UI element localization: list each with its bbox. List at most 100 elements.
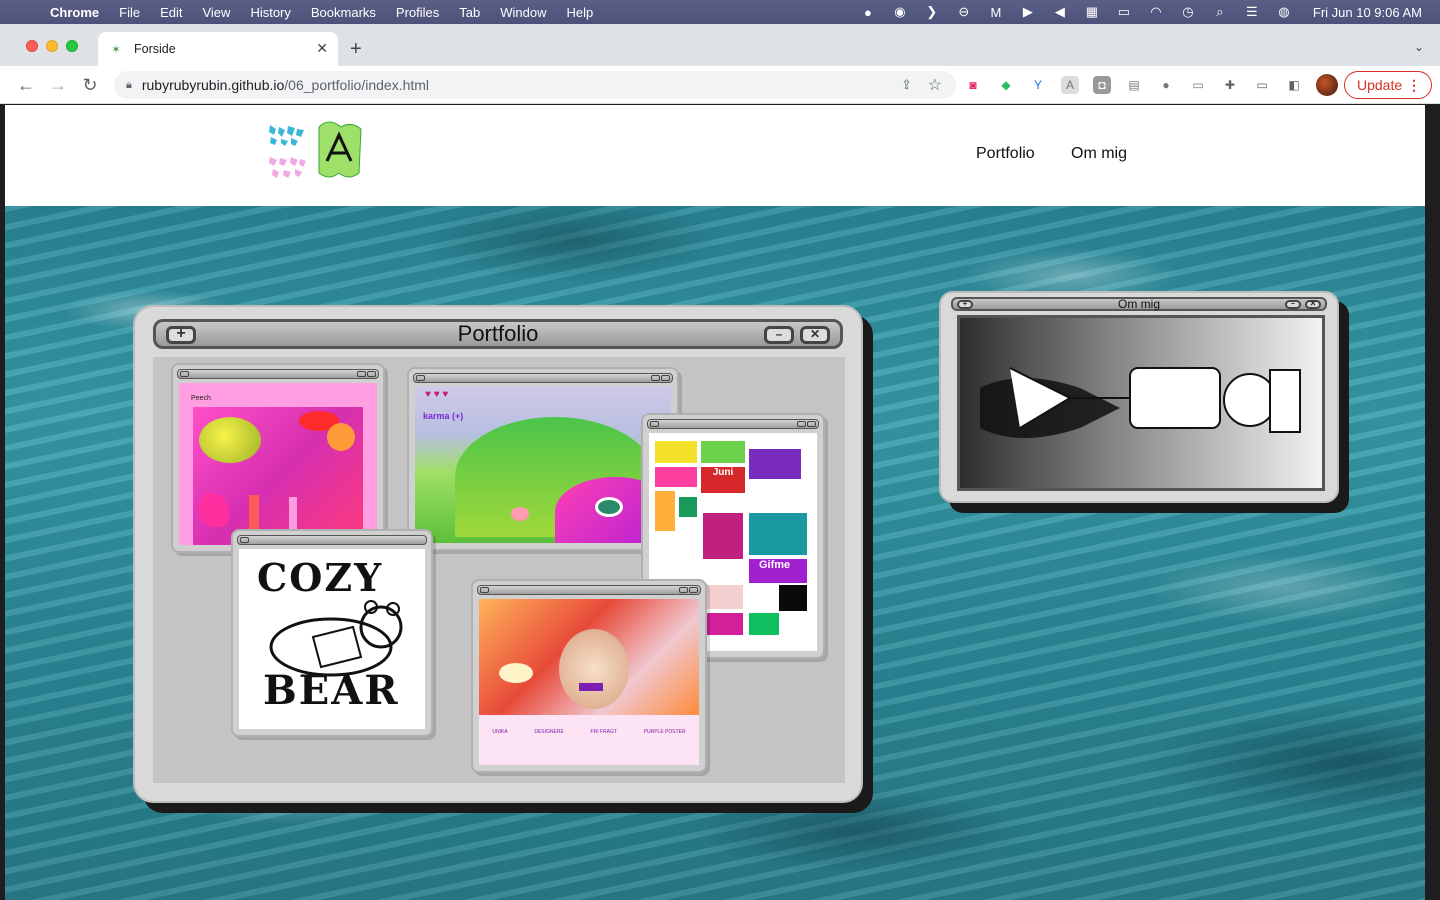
om-mig-illustration: [957, 315, 1325, 491]
thumb-karma-screenshot: karma (+) ♥ ♥ ♥: [415, 387, 671, 543]
thumb-shop[interactable]: UNIKA DESIGNERE FRI FRAGT PURPLE POSTER: [471, 579, 707, 773]
bookmark-star-icon[interactable]: ☆: [928, 75, 942, 95]
nav-portfolio-link[interactable]: Portfolio: [976, 145, 1035, 163]
thumb-peech[interactable]: Peech: [171, 363, 385, 553]
portfolio-window[interactable]: + Portfolio – ✕ Peech karma (+) ♥ ♥ ♥ Ju…: [133, 305, 863, 803]
menu-view[interactable]: View: [192, 5, 240, 20]
minimize-icon[interactable]: –: [764, 326, 794, 344]
thumb-close-icon: [689, 587, 698, 593]
volume-icon[interactable]: ◀: [1051, 4, 1069, 19]
y-extension-icon[interactable]: Y: [1029, 76, 1047, 94]
chevron-right-icon[interactable]: ❯: [923, 4, 941, 19]
thumb-minimize-icon: [651, 375, 660, 381]
balloon-extension-icon[interactable]: ●: [1157, 76, 1175, 94]
search-icon[interactable]: ⌕: [1211, 4, 1229, 19]
thumb-titlebar: [413, 373, 673, 383]
wifi-icon[interactable]: ◠: [1147, 4, 1165, 19]
extensions-puzzle-icon[interactable]: ✚: [1221, 76, 1239, 94]
nav-om-mig-link[interactable]: Om mig: [1071, 145, 1127, 163]
thumb-close-icon: [367, 371, 376, 377]
status-area: ● ◉ ❯ ⊖ M ▶ ◀ ▦ ▭ ◠ ◷ ⌕ ☰ ◍ Fri Jun 10 9…: [859, 0, 1422, 24]
menu-window[interactable]: Window: [490, 5, 556, 20]
expand-icon[interactable]: +: [957, 300, 973, 309]
play-icon[interactable]: ▶: [1019, 4, 1037, 19]
thumb-close-icon: [661, 375, 670, 381]
control-center-icon[interactable]: ☰: [1243, 4, 1261, 19]
thumb-gifme-label: Gifme: [749, 559, 807, 583]
thumb-expand-icon: [480, 587, 489, 593]
focus-icon[interactable]: ⊖: [955, 4, 973, 19]
update-button[interactable]: Update ⋮: [1344, 71, 1432, 99]
thumb-minimize-icon: [797, 421, 806, 427]
chrome-tabstrip: ✶ Forside ✕ + ⌄: [0, 24, 1440, 66]
feature-designere: DESIGNERE: [534, 729, 564, 735]
thumb-peech-screenshot: Peech: [179, 383, 377, 545]
close-window-button[interactable]: [26, 40, 38, 52]
portfolio-window-body: Peech karma (+) ♥ ♥ ♥ Juni Gifme COZY BE…: [153, 357, 845, 783]
macos-menubar: Chrome File Edit View History Bookmarks …: [0, 0, 1440, 24]
cast-icon[interactable]: ▭: [1253, 76, 1271, 94]
menubar-clock[interactable]: Fri Jun 10 9:06 AM: [1313, 5, 1422, 20]
thumb-cozy-bear-screenshot: COZY BEAR: [239, 549, 425, 729]
site-favicon-icon: ✶: [111, 43, 121, 56]
menu-history[interactable]: History: [240, 5, 300, 20]
thumb-expand-icon: [180, 371, 189, 377]
tab-search-chevron-icon[interactable]: ⌄: [1414, 40, 1424, 54]
url-path: /06_portfolio/index.html: [284, 77, 430, 93]
thumb-karma[interactable]: karma (+) ♥ ♥ ♥: [407, 367, 679, 551]
minimize-window-button[interactable]: [46, 40, 58, 52]
portfolio-window-titlebar: + Portfolio – ✕: [153, 319, 843, 349]
thumb-bear-text: BEAR: [263, 667, 400, 714]
thumb-minimize-icon: [679, 587, 688, 593]
side-panel-icon[interactable]: ◧: [1285, 76, 1303, 94]
menu-profiles[interactable]: Profiles: [386, 5, 449, 20]
forward-button[interactable]: →: [46, 73, 70, 97]
site-logo[interactable]: [267, 117, 377, 189]
profile-avatar[interactable]: [1316, 74, 1338, 96]
flag-icon[interactable]: ▦: [1083, 4, 1101, 19]
menu-bookmarks[interactable]: Bookmarks: [301, 5, 386, 20]
shop-feature-row: UNIKA DESIGNERE FRI FRAGT PURPLE POSTER: [479, 715, 699, 765]
lock-icon[interactable]: 🔒︎: [126, 79, 132, 92]
expand-icon[interactable]: +: [166, 326, 196, 344]
folder-extension-icon[interactable]: ▭: [1189, 76, 1207, 94]
menu-chrome[interactable]: Chrome: [40, 5, 109, 20]
menu-tab[interactable]: Tab: [449, 5, 490, 20]
om-mig-window-titlebar: + Om mig – ✕: [951, 297, 1327, 311]
more-menu-icon[interactable]: ⋮: [1407, 77, 1421, 94]
record-icon[interactable]: ●: [859, 5, 877, 20]
time-machine-icon[interactable]: ◷: [1179, 4, 1197, 19]
creative-cloud-icon[interactable]: ◉: [891, 4, 909, 19]
close-icon[interactable]: ✕: [800, 326, 830, 344]
reload-button[interactable]: ↻: [78, 73, 102, 97]
menu-file[interactable]: File: [109, 5, 150, 20]
pocket-extension-icon[interactable]: ◙: [964, 76, 982, 94]
menu-edit[interactable]: Edit: [150, 5, 192, 20]
om-mig-window[interactable]: + Om mig – ✕: [939, 291, 1339, 503]
ruler-extension-icon[interactable]: ▤: [1125, 76, 1143, 94]
thumb-cozy-bear[interactable]: COZY BEAR: [231, 529, 433, 737]
new-tab-button[interactable]: +: [350, 38, 362, 61]
address-bar[interactable]: 🔒︎ rubyrubyrubin.github.io/06_portfolio/…: [114, 71, 956, 99]
feature-fri-fragt: FRI FRAGT: [590, 729, 617, 735]
battery-icon[interactable]: ▭: [1115, 4, 1133, 19]
siri-icon[interactable]: ◍: [1275, 4, 1293, 19]
tab-forside[interactable]: ✶ Forside ✕: [98, 32, 338, 66]
fullscreen-window-button[interactable]: [66, 40, 78, 52]
close-icon[interactable]: ✕: [1305, 300, 1321, 309]
thumb-expand-icon: [650, 421, 659, 427]
back-button[interactable]: ←: [14, 73, 38, 97]
close-tab-icon[interactable]: ✕: [316, 40, 328, 57]
thumb-minimize-icon: [357, 371, 366, 377]
share-icon[interactable]: ⇪: [901, 77, 912, 93]
feature-unika: UNIKA: [492, 729, 508, 735]
m-app-icon[interactable]: M: [987, 5, 1005, 20]
site-header: Portfolio Om mig: [5, 105, 1425, 206]
evernote-extension-icon[interactable]: ◆: [997, 76, 1015, 94]
box-extension-icon[interactable]: ◘: [1093, 76, 1111, 94]
menu-help[interactable]: Help: [557, 5, 604, 20]
thumb-titlebar: [477, 585, 701, 595]
minimize-icon[interactable]: –: [1285, 300, 1301, 309]
thumb-expand-icon: [416, 375, 425, 381]
grammarly-extension-icon[interactable]: A: [1061, 76, 1079, 94]
